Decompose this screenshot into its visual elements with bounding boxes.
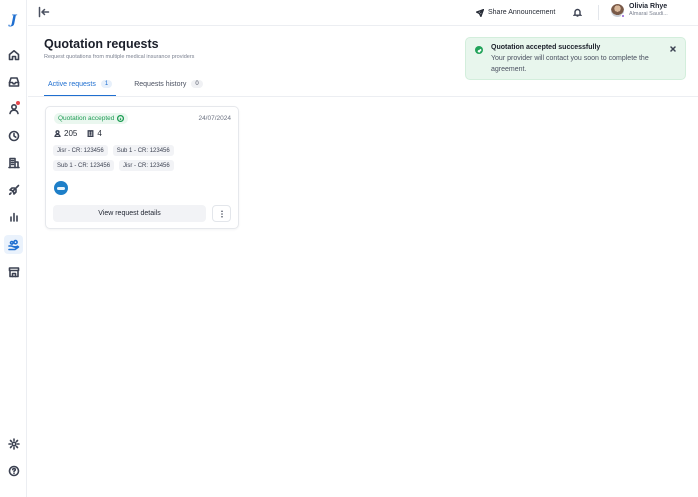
view-request-details-button[interactable]: View request details — [53, 205, 206, 222]
tab-count-badge: 0 — [191, 80, 203, 88]
send-icon — [476, 8, 484, 17]
hand-coins-icon — [7, 239, 19, 250]
users-icon — [54, 130, 61, 137]
divider — [598, 5, 599, 20]
branches-value: 4 — [97, 129, 102, 138]
user-menu[interactable]: Olivia Rhye Almarai Saudi... — [611, 3, 668, 18]
entity-chip: Sub 1 - CR: 123456 — [112, 145, 174, 156]
request-card: Quotation accepted 24/07/2024 205 4 Jisr… — [45, 106, 239, 229]
toast-close-button[interactable] — [668, 44, 677, 53]
status-label: Quotation accepted — [58, 115, 115, 122]
notification-dot — [16, 101, 20, 105]
sidebar-item-quotations[interactable] — [4, 235, 23, 254]
avatar — [611, 3, 625, 18]
share-announcement-label: Share Announcement — [488, 9, 556, 16]
home-icon — [8, 49, 19, 60]
members-value: 205 — [64, 129, 78, 138]
user-org: Almarai Saudi... — [629, 11, 668, 18]
status-dot — [621, 13, 625, 18]
sidebar-item-help[interactable] — [4, 461, 23, 480]
user-name: Olivia Rhye — [629, 3, 668, 10]
more-vertical-icon — [220, 209, 223, 218]
building-icon — [87, 130, 94, 137]
entity-chip: Sub 1 - CR: 123456 — [53, 160, 115, 171]
sidebar-item-organization[interactable] — [4, 262, 23, 281]
tab-requests-history[interactable]: Requests history 0 — [130, 74, 206, 94]
collapse-icon — [38, 6, 50, 18]
toast-body: Your provider will contact you soon to c… — [491, 55, 649, 73]
toast-title: Quotation accepted successfully — [491, 44, 601, 51]
more-options-button[interactable] — [212, 205, 231, 222]
tab-label: Requests history — [134, 80, 187, 88]
page-subtitle: Request quotations from multiple medical… — [44, 54, 195, 60]
gear-icon — [7, 437, 20, 450]
tab-label: Active requests — [48, 80, 96, 88]
info-icon[interactable] — [117, 115, 125, 122]
sidebar-item-inbox[interactable] — [4, 72, 23, 91]
status-badge: Quotation accepted — [54, 113, 129, 124]
bell-icon — [572, 8, 582, 17]
provider-logo — [54, 181, 68, 195]
collapse-sidebar-button[interactable] — [37, 5, 51, 19]
tabs-divider — [28, 96, 698, 97]
building-icon — [7, 157, 20, 168]
check-circle-icon — [475, 46, 483, 54]
clock-icon — [8, 130, 19, 141]
entity-chip: Jisr - CR: 123456 — [53, 145, 108, 156]
logo-text: J — [10, 13, 17, 28]
rocket-icon — [8, 184, 19, 195]
sidebar-item-home[interactable] — [4, 45, 23, 64]
sidebar-item-users[interactable] — [4, 99, 23, 118]
tabs: Active requests 1 Requests history 0 — [44, 74, 207, 96]
sidebar-item-settings[interactable] — [4, 434, 23, 453]
sidebar-item-history[interactable] — [4, 126, 23, 145]
entity-chip: Jisr - CR: 123456 — [119, 160, 174, 171]
tab-count-badge: 1 — [100, 80, 113, 88]
store-icon — [8, 266, 19, 277]
notifications-button[interactable] — [571, 6, 583, 18]
brand-logo[interactable]: J — [4, 11, 23, 30]
sidebar-item-documents[interactable] — [4, 153, 23, 172]
inbox-icon — [8, 76, 19, 87]
close-icon — [669, 45, 676, 52]
members-count: 205 — [54, 129, 77, 138]
page-title: Quotation requests — [44, 37, 159, 51]
request-date: 24/07/2024 — [198, 115, 231, 122]
success-toast: Quotation accepted successfully Your pro… — [465, 37, 686, 80]
branches-count: 4 — [87, 129, 102, 138]
bar-chart-icon — [9, 212, 18, 222]
request-stats: 205 4 — [54, 129, 102, 138]
share-announcement-button[interactable]: Share Announcement — [476, 5, 555, 20]
sidebar: J — [0, 0, 27, 497]
entity-chips: Jisr - CR: 123456 Sub 1 - CR: 123456 Sub… — [53, 145, 233, 171]
tab-active-requests[interactable]: Active requests 1 — [44, 74, 117, 96]
top-bar: Share Announcement Olivia Rhye Almarai S… — [28, 0, 698, 26]
help-circle-icon — [8, 465, 19, 476]
sidebar-item-analytics[interactable] — [4, 207, 23, 226]
sidebar-item-launch[interactable] — [4, 180, 23, 199]
